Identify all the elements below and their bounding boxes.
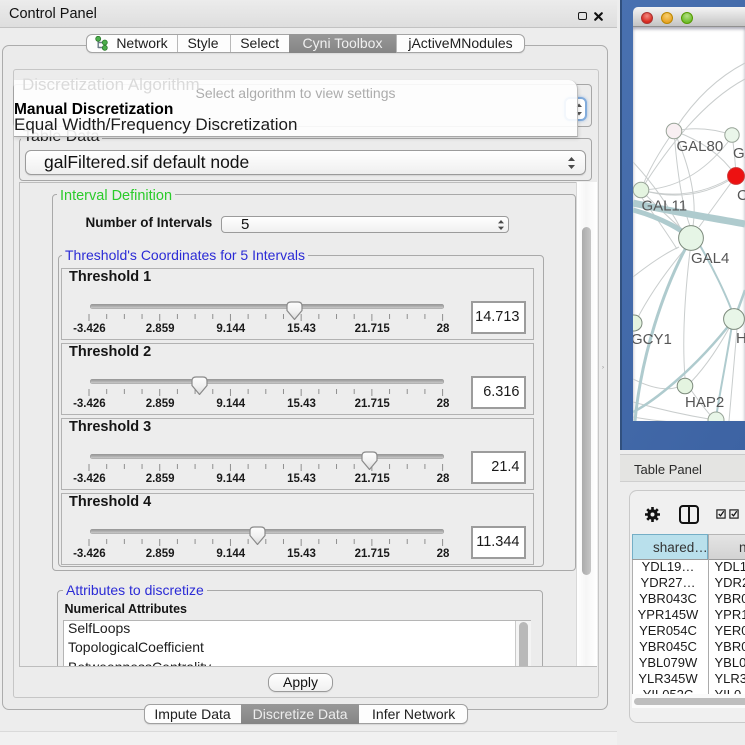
svg-text:GCY1: GCY1 (633, 331, 672, 348)
svg-text:GAL11: GAL11 (642, 198, 688, 215)
svg-text:GAL4: GAL4 (691, 250, 729, 267)
svg-text:H: H (736, 330, 745, 347)
svg-text:GA: GA (733, 145, 745, 162)
svg-text:HAP2: HAP2 (685, 394, 724, 411)
svg-text:GAL80: GAL80 (677, 138, 724, 155)
svg-text:C: C (737, 187, 745, 204)
